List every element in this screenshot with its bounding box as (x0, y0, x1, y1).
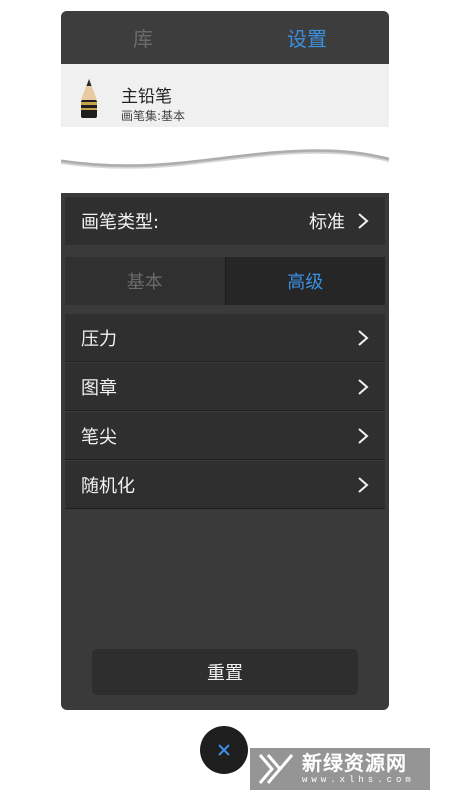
brush-header[interactable]: 主铅笔 画笔集:基本 (61, 64, 389, 127)
settings-item-randomize[interactable]: 随机化 (65, 461, 385, 509)
watermark-main: 新绿资源网 (302, 751, 407, 775)
settings-item-label: 随机化 (81, 475, 135, 497)
settings-item-tip[interactable]: 笔尖 (65, 412, 385, 460)
settings-item-stamp[interactable]: 图章 (65, 363, 385, 411)
chevron-right-icon (358, 378, 369, 395)
chevron-right-icon (358, 213, 369, 229)
watermark-text: 新绿资源网 www.xlhs.com (302, 753, 415, 785)
close-icon (218, 744, 230, 756)
segment-basic[interactable]: 基本 (65, 257, 225, 305)
brush-set-label: 画笔集:基本 (121, 109, 186, 123)
chevron-right-icon (358, 329, 369, 346)
settings-item-label: 图章 (81, 377, 117, 399)
watermark-logo-icon (258, 754, 294, 784)
reset-button[interactable]: 重置 (92, 649, 358, 695)
brush-settings-panel: 库 设置 主铅笔 画笔集:基本 画笔类型: 标准 基本 高级 压力 图章 笔尖 … (61, 11, 389, 710)
brush-name: 主铅笔 (121, 87, 172, 107)
settings-item-pressure[interactable]: 压力 (65, 314, 385, 362)
settings-item-label: 压力 (81, 328, 117, 350)
pencil-icon (81, 79, 97, 118)
brush-type-value: 标准 (309, 212, 345, 233)
chevron-right-icon (358, 427, 369, 444)
brush-stroke-preview (61, 149, 389, 169)
top-tab-bar: 库 设置 (61, 11, 389, 64)
tab-library[interactable]: 库 (61, 11, 225, 64)
brush-type-row[interactable]: 画笔类型: 标准 (65, 197, 385, 245)
watermark: 新绿资源网 www.xlhs.com (250, 748, 430, 790)
settings-item-label: 笔尖 (81, 426, 117, 448)
brush-type-label: 画笔类型: (81, 212, 160, 233)
chevron-right-icon (358, 476, 369, 493)
basic-advanced-toggle: 基本 高级 (65, 257, 385, 305)
watermark-sub: www.xlhs.com (302, 775, 415, 785)
close-button[interactable] (200, 726, 248, 774)
segment-advanced[interactable]: 高级 (224, 257, 385, 305)
brush-preview: 主铅笔 画笔集:基本 (61, 64, 389, 193)
tab-settings[interactable]: 设置 (225, 11, 389, 64)
